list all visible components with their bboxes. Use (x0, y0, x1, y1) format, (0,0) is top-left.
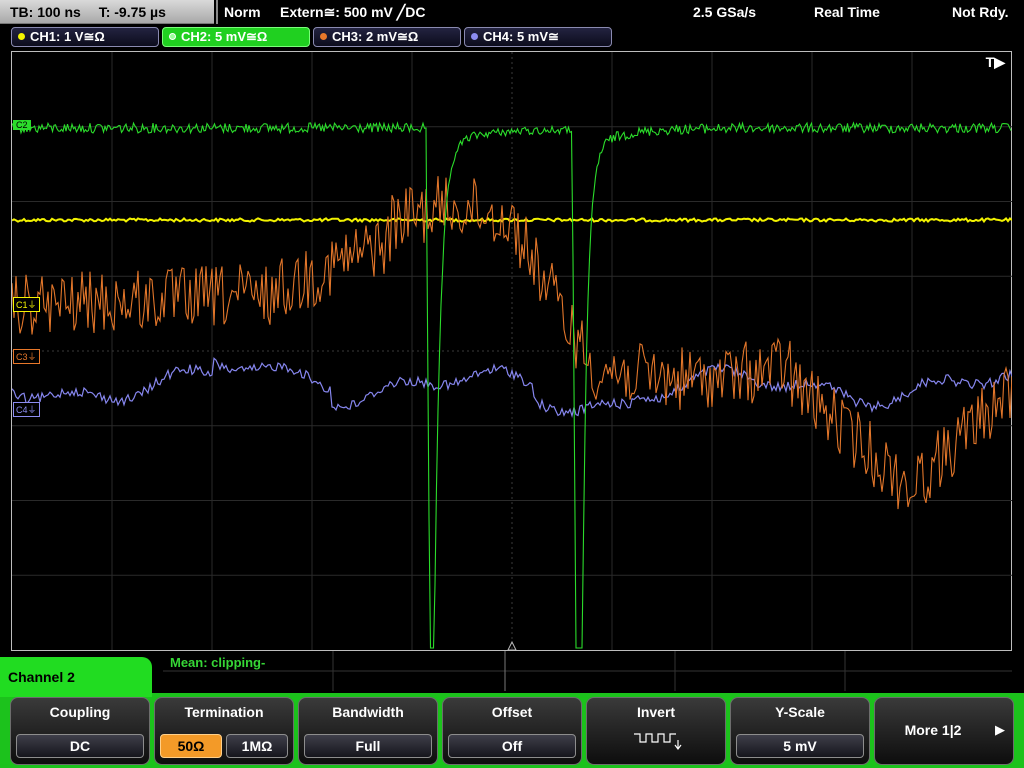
acquisition-state: Not Rdy. (952, 4, 1009, 20)
invert-title: Invert (636, 704, 676, 720)
trigger-time-value: T: -9.75 µs (98, 4, 166, 20)
channel-tab-ch3[interactable]: CH3: 2 mV≅Ω (313, 27, 461, 47)
bandwidth-softkey[interactable]: Bandwidth Full (298, 697, 438, 765)
y-scale-softkey[interactable]: Y-Scale 5 mV (730, 697, 870, 765)
timebase-box[interactable]: TB: 100 ns T: -9.75 µs (0, 0, 214, 24)
trigger-position-label: T▶ (985, 54, 1005, 70)
ch1-offset-marker[interactable]: C1⏚ (13, 297, 40, 312)
timebase-value: TB: 100 ns (10, 4, 81, 20)
termination-softkey[interactable]: Termination 50Ω 1MΩ (154, 697, 294, 765)
coupling-title: Coupling (49, 704, 111, 720)
more-softkey[interactable]: More 1|2 ▶ (874, 697, 1014, 765)
ch1-label: CH1: 1 V≅Ω (30, 29, 105, 44)
offset-value[interactable]: Off (448, 734, 576, 758)
sample-rate: 2.5 GSa/s (693, 4, 757, 20)
chevron-right-icon: ▶ (995, 722, 1005, 737)
y-scale-value[interactable]: 5 mV (736, 734, 864, 758)
ch2-offset-marker[interactable]: C2 (13, 120, 31, 130)
bandwidth-title: Bandwidth (332, 704, 404, 720)
y-scale-title: Y-Scale (775, 704, 825, 720)
graticule (12, 52, 1012, 650)
waveform-display[interactable]: T▶ C2 C1⏚ C3⏚ C4⏚ (11, 51, 1012, 651)
trigger-mode[interactable]: Norm (224, 0, 261, 24)
coupling-value[interactable]: DC (16, 734, 144, 758)
trigger-source[interactable]: Extern≅: 500 mV ╱DC (280, 0, 425, 24)
ch3-offset-marker[interactable]: C3⏚ (13, 349, 40, 364)
invert-waveform-icon (634, 733, 682, 750)
invert-softkey[interactable]: Invert (586, 697, 726, 765)
offset-title: Offset (491, 704, 533, 720)
ch2-color-dot (169, 33, 176, 41)
measurement-result: Mean: clipping- (170, 655, 266, 670)
channel-tab-ch2[interactable]: CH2: 5 mV≅Ω (162, 27, 310, 47)
bandwidth-value[interactable]: Full (304, 734, 432, 758)
ch4-label: CH4: 5 mV≅ (483, 29, 559, 44)
coupling-softkey[interactable]: Coupling DC (10, 697, 150, 765)
status-divider (216, 0, 218, 24)
menu-title: Channel 2 (0, 657, 152, 697)
ch4-color-dot (471, 33, 478, 41)
ch3-color-dot (320, 33, 327, 41)
measurement-panel (163, 651, 1012, 691)
termination-1mohm-option[interactable]: 1MΩ (226, 734, 288, 758)
ch3-label: CH3: 2 mV≅Ω (332, 29, 419, 44)
ch2-label: CH2: 5 mV≅Ω (181, 29, 268, 44)
waveform-canvas (12, 52, 1012, 650)
acquisition-mode: Real Time (814, 4, 880, 20)
termination-50ohm-option[interactable]: 50Ω (160, 734, 222, 758)
channel-tab-ch1[interactable]: CH1: 1 V≅Ω (11, 27, 159, 47)
ch1-color-dot (18, 33, 25, 41)
termination-title: Termination (184, 704, 264, 720)
more-label: More 1|2 (904, 722, 962, 738)
offset-softkey[interactable]: Offset Off (442, 697, 582, 765)
channel-tab-ch4[interactable]: CH4: 5 mV≅ (464, 27, 612, 47)
ch4-offset-marker[interactable]: C4⏚ (13, 402, 40, 417)
